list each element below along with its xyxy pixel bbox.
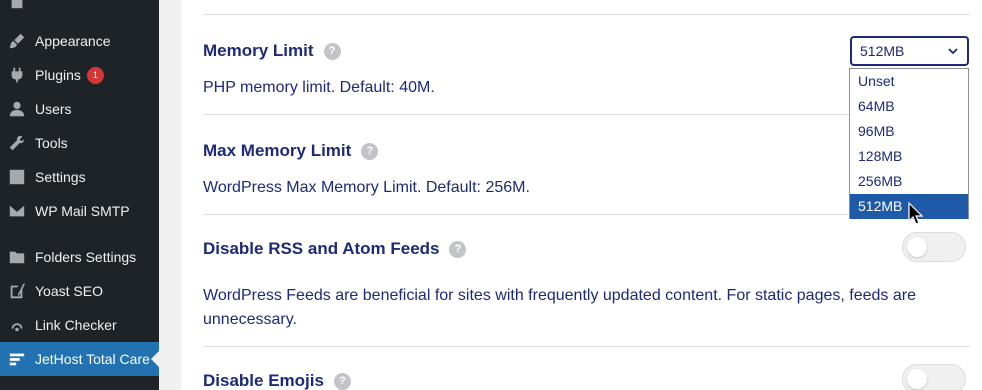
settings-sliders-icon — [7, 167, 27, 187]
sidebar-item-label: Settings — [35, 169, 86, 185]
sidebar-item-label: Appearance — [35, 33, 111, 49]
chevron-down-icon — [948, 48, 958, 55]
memory-limit-title-text: Memory Limit — [203, 41, 314, 60]
main-content: Memory Limit ? PHP memory limit. Default… — [159, 0, 982, 390]
help-icon[interactable]: ? — [323, 42, 341, 60]
sidebar-item-label: Folders Settings — [35, 249, 137, 265]
disable-rss-description: WordPress Feeds are beneficial for sites… — [203, 287, 916, 328]
memory-limit-options: Unset 64MB 96MB 128MB 256MB 512MB — [849, 68, 969, 219]
disable-rss-title: Disable RSS and Atom Feeds ? — [203, 239, 467, 259]
memory-limit-title: Memory Limit ? — [203, 41, 341, 61]
sidebar-item-label: Tools — [35, 135, 68, 151]
memory-limit-select[interactable]: 512MB — [850, 36, 969, 66]
sidebar-item-link-checker[interactable]: Link Checker — [0, 308, 159, 342]
option-64mb[interactable]: 64MB — [850, 94, 968, 119]
select-value: 512MB — [860, 43, 905, 59]
sidebar-item-label: JetHost Total Care — [35, 351, 150, 367]
option-128mb[interactable]: 128MB — [850, 144, 968, 169]
partial-icon — [7, 0, 27, 11]
mouse-cursor-icon — [908, 202, 924, 225]
sidebar-item-yoast-seo[interactable]: Yoast SEO — [0, 274, 159, 308]
plugin-icon — [7, 65, 27, 85]
admin-sidebar: Appearance Plugins 1 Users Tools Setting… — [0, 0, 159, 390]
sidebar-item-label: WP Mail SMTP — [35, 203, 130, 219]
jethost-icon — [7, 349, 27, 369]
sidebar-item-appearance[interactable]: Appearance — [0, 24, 159, 58]
paintbrush-icon — [7, 31, 27, 51]
sidebar-item-folders-settings[interactable]: Folders Settings — [0, 240, 159, 274]
help-icon[interactable]: ? — [361, 142, 379, 160]
mail-icon — [7, 201, 27, 221]
wrench-icon — [7, 133, 27, 153]
disable-emojis-title: Disable Emojis ? — [203, 371, 351, 390]
option-96mb[interactable]: 96MB — [850, 119, 968, 144]
divider — [203, 14, 970, 15]
max-memory-limit-title-text: Max Memory Limit — [203, 141, 352, 160]
option-256mb[interactable]: 256MB — [850, 169, 968, 194]
disable-rss-title-text: Disable RSS and Atom Feeds — [203, 239, 440, 258]
max-memory-limit-title: Max Memory Limit ? — [203, 141, 379, 161]
toggle-knob — [907, 237, 927, 257]
sidebar-item-label: Users — [35, 101, 72, 117]
users-icon — [7, 99, 27, 119]
sidebar-item-jethost-total-care[interactable]: JetHost Total Care — [0, 342, 159, 376]
folder-icon — [7, 247, 27, 267]
update-count-badge: 1 — [86, 66, 104, 84]
sidebar-item-label: Yoast SEO — [35, 283, 103, 299]
help-icon[interactable]: ? — [333, 372, 351, 390]
toggle-knob — [907, 369, 927, 389]
sidebar-item-tools[interactable]: Tools — [0, 126, 159, 160]
sidebar-item-partial[interactable] — [0, 0, 159, 18]
option-unset[interactable]: Unset — [850, 69, 968, 94]
sidebar-item-users[interactable]: Users — [0, 92, 159, 126]
sidebar-item-label: Link Checker — [35, 317, 117, 333]
yoast-icon — [7, 281, 27, 301]
sidebar-item-settings[interactable]: Settings — [0, 160, 159, 194]
link-checker-icon — [7, 315, 27, 335]
sidebar-item-plugins[interactable]: Plugins 1 — [0, 58, 159, 92]
sidebar-item-label: Plugins — [35, 67, 81, 83]
disable-rss-toggle[interactable] — [902, 232, 966, 262]
disable-emojis-toggle[interactable] — [902, 364, 966, 390]
sidebar-item-wp-mail-smtp[interactable]: WP Mail SMTP — [0, 194, 159, 228]
disable-emojis-title-text: Disable Emojis — [203, 371, 324, 390]
divider — [203, 346, 970, 347]
help-icon[interactable]: ? — [449, 240, 467, 258]
